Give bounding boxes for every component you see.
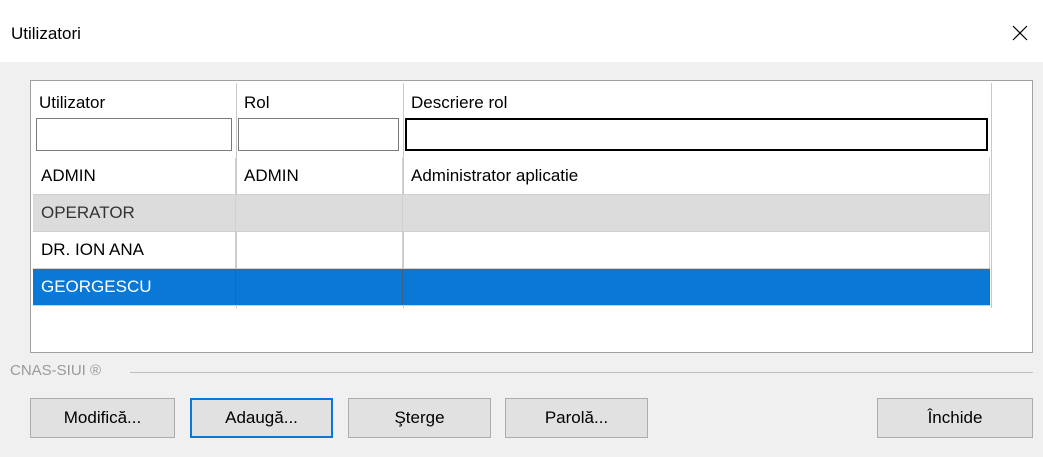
close-window-button[interactable] <box>997 13 1043 53</box>
filter-user-input[interactable] <box>36 118 232 151</box>
cell-user: OPERATOR <box>33 195 236 231</box>
close-icon <box>1012 25 1028 41</box>
table-row[interactable]: ADMIN ADMIN Administrator aplicatie <box>33 158 990 195</box>
users-list[interactable]: Utilizator Rol Descriere rol ADMIN ADMIN… <box>30 80 1033 353</box>
cell-role: ADMIN <box>236 158 403 194</box>
filter-description-input[interactable] <box>405 118 988 151</box>
filter-role-input[interactable] <box>238 118 399 151</box>
window-title: Utilizatori <box>11 24 81 43</box>
cell-description <box>403 269 990 305</box>
add-button[interactable]: Adaugă... <box>190 398 333 438</box>
column-divider[interactable] <box>991 83 992 308</box>
modify-button[interactable]: Modifică... <box>30 398 175 438</box>
users-dialog: Utilizatori Utilizator Rol Descriere rol… <box>0 0 1043 457</box>
cell-description <box>403 195 990 231</box>
cell-role <box>236 269 403 305</box>
group-divider <box>130 372 1033 373</box>
cell-user: DR. ION ANA <box>33 232 236 268</box>
cell-user: GEORGESCU <box>33 269 236 305</box>
cell-description: Administrator aplicatie <box>403 158 990 194</box>
cell-role <box>236 195 403 231</box>
cell-user: ADMIN <box>33 158 236 194</box>
close-button[interactable]: Închide <box>877 398 1033 438</box>
column-header-user[interactable]: Utilizator <box>39 93 105 113</box>
column-header-role[interactable]: Rol <box>244 93 270 113</box>
group-label: CNAS-SIUI ® <box>10 362 108 379</box>
column-header-description[interactable]: Descriere rol <box>411 93 507 113</box>
delete-button[interactable]: Şterge <box>348 398 491 438</box>
password-button[interactable]: Parolă... <box>505 398 648 438</box>
table-row[interactable]: OPERATOR <box>33 195 990 232</box>
cell-description <box>403 232 990 268</box>
cell-role <box>236 232 403 268</box>
title-bar: Utilizatori <box>0 0 1043 62</box>
table-row[interactable]: DR. ION ANA <box>33 232 990 269</box>
table-row-selected[interactable]: GEORGESCU <box>33 269 990 306</box>
